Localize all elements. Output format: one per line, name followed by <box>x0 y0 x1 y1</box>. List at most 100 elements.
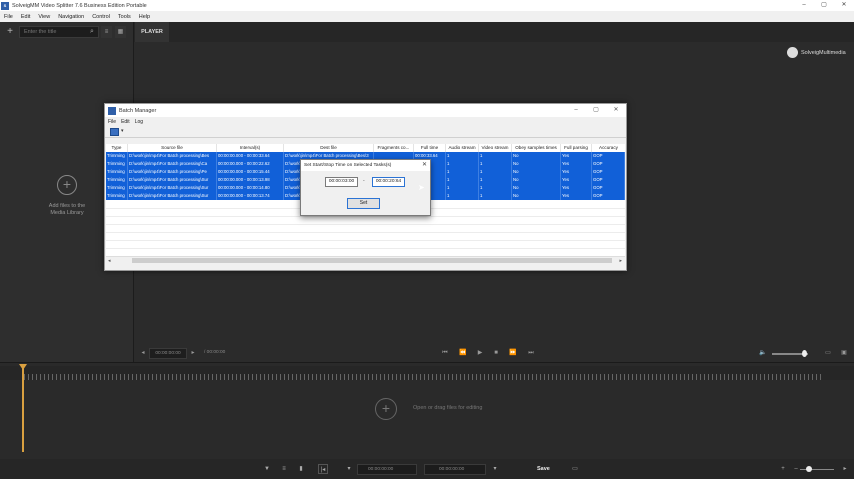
table-cell: 00:00:00.000 - 00:00:13.98 <box>217 176 284 184</box>
duration-time: / 00:00:00 <box>204 350 226 355</box>
window-title: SolveigMM Video Splitter 7.6 Business Ed… <box>12 2 147 9</box>
prev-marker-icon[interactable]: |◂ <box>318 464 328 474</box>
maximize-button[interactable]: ▢ <box>814 0 834 11</box>
column-header[interactable]: Full parsing <box>561 144 592 152</box>
search-icon[interactable]: ⌕ <box>87 27 97 37</box>
filter-icon[interactable]: ▼ <box>262 464 272 474</box>
add-files-text-2: Media Library <box>50 210 84 216</box>
save-button[interactable]: Save <box>537 464 550 474</box>
end-marker-time[interactable]: 00:00:00:00 <box>424 464 486 475</box>
table-cell: 1 <box>479 176 512 184</box>
app-logo-icon: S <box>1 1 9 10</box>
table-cell: Trimming <box>106 176 128 184</box>
column-header[interactable]: Video stream <box>479 144 512 152</box>
menu-view[interactable]: View <box>34 14 54 20</box>
open-folder-icon[interactable]: ▭ <box>823 348 833 358</box>
table-cell: No <box>512 184 561 192</box>
table-cell: Trimming <box>106 184 128 192</box>
table-cell: D:\work\jin\mp4\For Batch processing\Sur <box>128 176 217 184</box>
table-cell: GOP <box>592 168 625 176</box>
bm-menu-file[interactable]: File <box>105 119 118 125</box>
ruler-ticks <box>24 374 824 380</box>
go-end-icon[interactable]: ⏭ <box>526 348 536 358</box>
grid-view-icon[interactable]: ▦ <box>115 26 126 38</box>
column-header[interactable]: Interval(s) <box>217 144 284 152</box>
horizontal-scrollbar[interactable]: ◂ ▸ <box>106 256 625 264</box>
table-cell: D:\work\jin\mp4\For Batch processing\Sur <box>128 192 217 200</box>
cut-icon[interactable]: ▮ <box>296 464 306 474</box>
list-view-icon[interactable]: ≡ <box>101 26 112 38</box>
add-files-icon[interactable]: + <box>57 175 77 195</box>
folder-icon[interactable]: ▭ <box>570 464 580 474</box>
table-cell: No <box>512 160 561 168</box>
batch-manager-logo-icon <box>108 106 116 115</box>
start-marker-time[interactable]: 00:00:00:00 <box>357 464 417 475</box>
batch-action-icon[interactable] <box>110 128 119 136</box>
prev-frame-icon[interactable]: ◂ <box>138 348 148 358</box>
close-button[interactable]: ✕ <box>834 0 854 11</box>
marker-icon[interactable]: ≡ <box>279 464 289 474</box>
scroll-left-icon[interactable]: ◂ <box>108 257 111 265</box>
step-back-icon[interactable]: ⏪ <box>458 348 468 358</box>
bm-maximize-button[interactable]: ▢ <box>586 104 606 117</box>
column-header[interactable]: Dest file <box>284 144 374 152</box>
column-header[interactable]: Accuracy <box>592 144 625 152</box>
dialog-close-icon[interactable]: ✕ <box>422 160 427 171</box>
stop-icon[interactable]: ■ <box>491 348 501 358</box>
table-cell: Trimming <box>106 168 128 176</box>
next-frame-icon[interactable]: ▸ <box>188 348 198 358</box>
position-time[interactable]: 00:00:00:00 <box>149 348 187 359</box>
menu-edit[interactable]: Edit <box>17 14 34 20</box>
dropdown-icon[interactable]: ▾ <box>344 464 354 474</box>
playhead[interactable] <box>22 366 24 452</box>
stop-time-input[interactable]: 00:00:20:64 <box>372 177 405 187</box>
start-time-input[interactable]: 00:00:03:00 <box>325 177 358 187</box>
table-cell: 1 <box>446 168 479 176</box>
batch-manager-title: Batch Manager <box>119 107 157 114</box>
table-cell: D:\work\jin\mp4\For Batch processing\Bes <box>128 152 217 160</box>
menu-help[interactable]: Help <box>135 14 154 20</box>
set-button[interactable]: Set <box>347 198 380 209</box>
menu-file[interactable]: File <box>0 14 17 20</box>
minimize-button[interactable]: – <box>794 0 814 11</box>
column-header[interactable]: Source file <box>128 144 217 152</box>
column-header[interactable]: Audio stream <box>446 144 479 152</box>
tab-player[interactable]: PLAYER <box>135 22 169 42</box>
column-header[interactable]: Obey samples times <box>512 144 561 152</box>
zoom-fit-icon[interactable]: ▸ <box>840 464 850 474</box>
column-header[interactable]: Type <box>106 144 128 152</box>
table-cell: Yes <box>561 152 592 160</box>
snapshot-icon[interactable]: ▣ <box>839 348 849 358</box>
table-cell: No <box>512 192 561 200</box>
dropdown-icon[interactable]: ▾ <box>490 464 500 474</box>
table-cell: 1 <box>479 168 512 176</box>
table-cell: No <box>512 152 561 160</box>
step-forward-icon[interactable]: ⏩ <box>508 348 518 358</box>
go-start-icon[interactable]: ⏮ <box>440 348 450 358</box>
bm-menu-edit[interactable]: Edit <box>118 119 132 125</box>
play-icon[interactable]: ▶ <box>475 348 485 358</box>
table-cell: 1 <box>446 192 479 200</box>
menu-control[interactable]: Control <box>88 14 114 20</box>
bm-close-button[interactable]: ✕ <box>606 104 626 117</box>
table-cell: Yes <box>561 184 592 192</box>
time-separator: - <box>363 178 365 184</box>
column-header[interactable]: Fragments co... <box>374 144 414 152</box>
zoom-in-icon[interactable]: + <box>778 464 788 474</box>
menu-tools[interactable]: Tools <box>114 14 135 20</box>
open-files-icon[interactable]: + <box>375 398 397 420</box>
chevron-down-icon[interactable]: ▾ <box>121 128 124 134</box>
table-cell: Trimming <box>106 160 128 168</box>
scroll-right-icon[interactable]: ▸ <box>619 257 622 265</box>
menu-navigation[interactable]: Navigation <box>54 14 88 20</box>
table-cell: D:\work\jin\mp4\For Batch processing\Ca <box>128 160 217 168</box>
table-cell: Trimming <box>106 192 128 200</box>
bm-minimize-button[interactable]: – <box>566 104 586 117</box>
zoom-knob[interactable] <box>806 466 812 472</box>
volume-icon[interactable]: 🔈 <box>758 348 768 358</box>
column-header[interactable]: Full time <box>414 144 446 152</box>
dialog-title: Set Start/Stop Time on Selected Tasks(s)… <box>301 160 430 171</box>
bm-menu-log[interactable]: Log <box>132 119 145 125</box>
scrollbar-thumb[interactable] <box>132 258 612 263</box>
add-file-button[interactable]: + <box>4 25 16 39</box>
